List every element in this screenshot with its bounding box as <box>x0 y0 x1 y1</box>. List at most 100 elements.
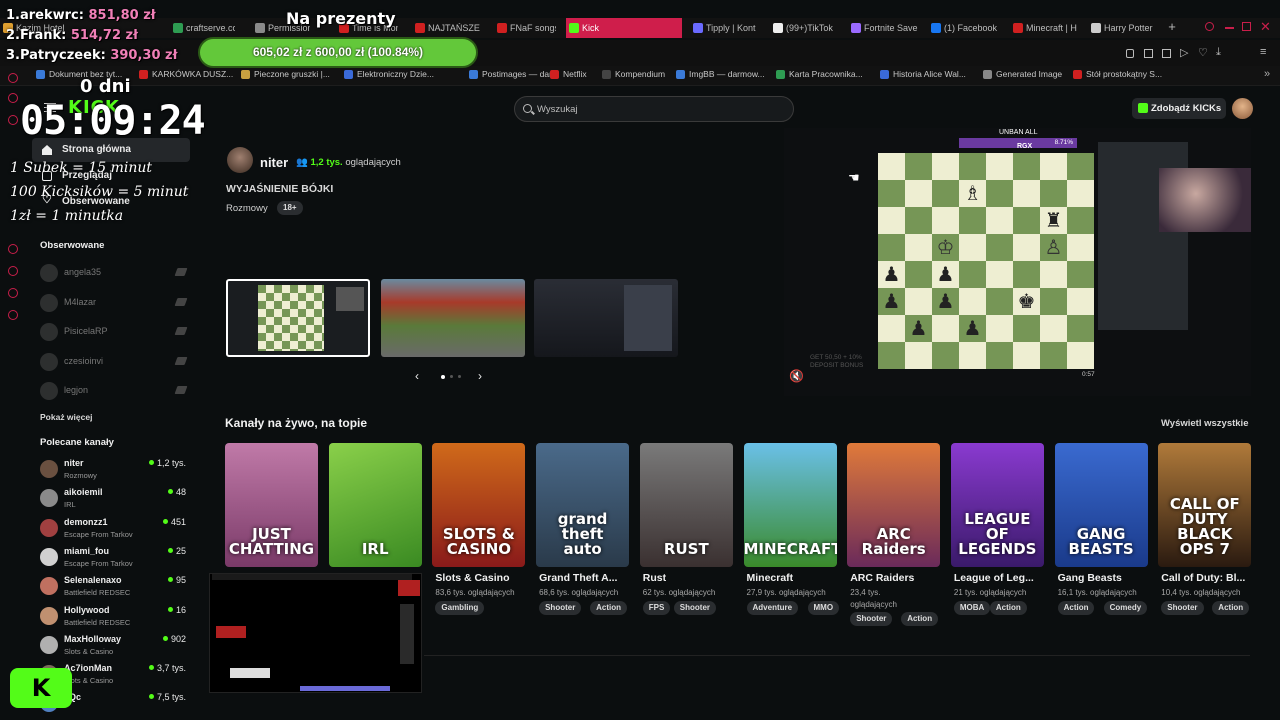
carousel-dot[interactable] <box>441 375 445 379</box>
carousel-next-button[interactable]: › <box>478 369 482 383</box>
rail-icon-2[interactable] <box>8 93 18 103</box>
category-name[interactable]: League of Leg... <box>954 572 1054 584</box>
carousel-thumb-2[interactable] <box>381 279 525 357</box>
category-tag[interactable]: MOBA <box>953 601 991 615</box>
category-card[interactable]: MINECRAFT <box>743 443 837 567</box>
pin-icon[interactable] <box>1126 49 1134 58</box>
browser-tab[interactable]: Minecraft | H <box>1010 18 1078 38</box>
category-card[interactable]: SLOTS & CASINO <box>432 443 526 567</box>
category-name[interactable]: Grand Theft A... <box>539 572 639 584</box>
recommended-channel[interactable]: Selenalenaxo Battlefield REDSEC 95 <box>40 575 190 603</box>
category-tag[interactable]: MMO <box>807 601 840 615</box>
heart-toolbar-icon[interactable]: ♡ <box>1198 46 1208 59</box>
category-name[interactable]: Gang Beasts <box>1058 572 1158 584</box>
category-tag[interactable]: Gambling <box>435 601 485 615</box>
followed-channel[interactable]: legjon <box>40 381 190 401</box>
bookmark-item[interactable]: Stół prostokątny S... <box>1073 69 1162 79</box>
recommended-channel[interactable]: demonzz1 Escape From Tarkov 451 <box>40 517 190 545</box>
followed-channel[interactable]: czesioinvi <box>40 352 190 372</box>
browser-tab[interactable]: Fortnite Save <box>848 18 918 38</box>
bookmark-item[interactable]: KARKÓWKA DUSZ... <box>139 69 233 79</box>
bookmark-item[interactable]: Karta Pracownika... <box>776 69 863 79</box>
mute-icon[interactable]: 🔇 <box>789 369 804 383</box>
featured-category[interactable]: Rozmowy <box>226 203 268 214</box>
rail-icon-4[interactable] <box>8 244 18 254</box>
category-tag[interactable]: Shooter <box>850 612 893 626</box>
browser-tab[interactable]: Tipply | Kont <box>690 18 756 38</box>
category-card[interactable]: ARC Raiders <box>847 443 941 567</box>
rail-icon-5[interactable] <box>8 266 18 276</box>
bookmark-item[interactable]: Historia Alice Wal... <box>880 69 966 79</box>
search-input[interactable] <box>537 97 787 121</box>
carousel-dot[interactable] <box>450 375 453 378</box>
category-card[interactable]: JUST CHATTING <box>225 443 318 567</box>
category-card[interactable]: RUST <box>639 443 733 567</box>
category-name[interactable]: ARC Raiders <box>850 572 950 584</box>
followed-channel[interactable]: PisicelaRP <box>40 322 190 342</box>
bookmarks-overflow-icon[interactable]: » <box>1264 68 1270 80</box>
category-tag[interactable]: Action <box>989 601 1027 615</box>
category-tag[interactable]: Action <box>1212 601 1250 615</box>
rail-icon-7[interactable] <box>8 310 18 320</box>
category-card[interactable]: LEAGUE OF LEGENDS <box>950 443 1044 567</box>
new-tab-button[interactable]: + <box>1165 20 1179 34</box>
minimize-icon[interactable] <box>1225 27 1234 29</box>
play-icon[interactable]: ▷ <box>1180 46 1188 59</box>
bookmark-item[interactable]: Netflix <box>550 69 587 79</box>
category-tag[interactable]: Shooter <box>539 601 582 615</box>
featured-streamer-avatar[interactable] <box>227 147 253 173</box>
profile-avatar[interactable] <box>1232 98 1253 119</box>
followed-channel[interactable]: angela35 <box>40 263 190 283</box>
rail-icon-3[interactable] <box>8 115 18 125</box>
bookmark-item[interactable]: Kompendium <box>602 69 665 79</box>
category-name[interactable]: Minecraft <box>747 572 847 584</box>
followed-channel[interactable]: M4lazar <box>40 293 190 313</box>
category-card[interactable]: IRL <box>328 443 422 567</box>
category-tag[interactable]: Action <box>590 601 627 615</box>
carousel-thumb-1[interactable] <box>226 279 370 357</box>
download-icon[interactable]: ⤓ <box>1216 46 1221 59</box>
category-card[interactable]: CALL OF DUTY BLACK OPS 7 <box>1158 443 1252 567</box>
category-tag[interactable]: Comedy <box>1103 601 1148 615</box>
featured-streamer-name[interactable]: niter <box>260 155 288 170</box>
search-tabs-icon[interactable] <box>1205 22 1214 31</box>
browser-tab[interactable]: FNaF songs <box>494 18 556 38</box>
category-name[interactable]: Rust <box>643 572 743 584</box>
recommended-channel[interactable]: miami_fou Escape From Tarkov 25 <box>40 546 190 574</box>
carousel-dot[interactable] <box>458 375 461 378</box>
extension-icon[interactable] <box>1162 49 1171 58</box>
category-name[interactable]: Slots & Casino <box>435 572 535 584</box>
screenshot-icon[interactable] <box>1144 49 1153 58</box>
category-card[interactable]: grand theft auto <box>536 443 630 567</box>
get-kicks-button[interactable]: Zdobądź KICKs <box>1132 98 1226 119</box>
category-tag[interactable]: Shooter <box>673 601 717 615</box>
browser-tab[interactable]: craftserve.co <box>170 18 235 38</box>
browser-tab[interactable]: NAJTAŃSZE <box>412 18 482 38</box>
carousel-thumb-3[interactable] <box>534 279 678 357</box>
bookmark-item[interactable]: ImgBB — darmow... <box>676 69 765 79</box>
rail-icon-1[interactable] <box>8 73 18 83</box>
browser-tab[interactable]: Kick <box>566 18 682 38</box>
browser-tab[interactable]: (1) Facebook <box>928 18 998 38</box>
category-tag[interactable]: Shooter <box>1161 601 1204 615</box>
see-all-link[interactable]: Wyświetl wszystkie <box>1161 418 1248 429</box>
bookmark-item[interactable]: Generated Image <box>983 69 1062 79</box>
category-tag[interactable]: Action <box>901 612 939 626</box>
recommended-channel[interactable]: MaxHolloway Slots & Casino 902 <box>40 634 190 662</box>
category-tag[interactable]: Action <box>1057 601 1095 615</box>
browser-tab[interactable]: Harry Potter <box>1088 18 1158 38</box>
bookmark-item[interactable]: Elektroniczny Dzie... <box>344 69 434 79</box>
category-card[interactable]: GANG BEASTS <box>1054 443 1148 567</box>
close-window-icon[interactable]: ✕ <box>1260 19 1271 35</box>
browser-tab[interactable]: (99+)TikTok <box>770 18 840 38</box>
recommended-channel[interactable]: Hollywood Battlefield REDSEC 16 <box>40 605 190 633</box>
featured-video-player[interactable]: UNBAN ALL 8.71% RGX ♗ ♜ ♔ ♙ ♟ ♟ ♟ ♟ ♚ ♟ ♟ GET 50,5… <box>784 128 1251 396</box>
category-name[interactable]: Call of Duty: Bl... <box>1161 572 1261 584</box>
carousel-prev-button[interactable]: ‹ <box>415 369 419 383</box>
category-tag[interactable]: FPS <box>642 601 671 615</box>
maximize-icon[interactable] <box>1242 22 1251 31</box>
menu-icon[interactable]: ≡ <box>1260 46 1266 58</box>
bookmark-item[interactable]: Postimages — dar... <box>469 69 559 79</box>
bookmark-item[interactable]: Pieczone gruszki |... <box>241 69 330 79</box>
recommended-channel[interactable]: niter Rozmowy 1,2 tys. <box>40 458 190 486</box>
